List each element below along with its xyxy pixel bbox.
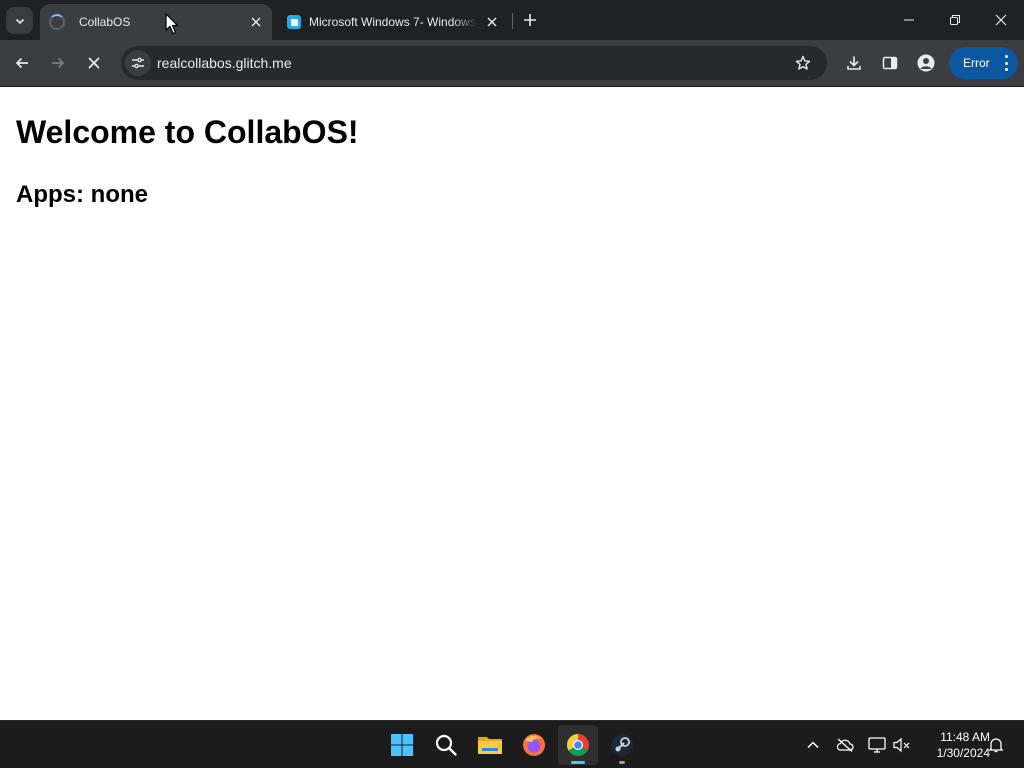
file-explorer-button[interactable] [470,725,510,765]
clock-time: 11:48 AM [940,730,990,744]
tune-icon [132,57,144,69]
restore-button[interactable] [932,0,978,40]
mouse-cursor-icon [165,13,179,35]
tab-close-button[interactable] [242,8,270,36]
web-page-content: Welcome to CollabOS! Apps: none [0,87,1024,720]
chrome-icon [567,734,589,756]
side-panel-icon [882,56,898,70]
firefox-icon [523,734,545,756]
close-icon [487,17,497,27]
loading-spinner-icon [49,14,65,30]
download-icon [847,56,861,70]
apps-status: Apps: none [16,181,148,208]
show-hidden-icons-button[interactable] [801,733,825,757]
windows-taskbar: 11:48 AM 1/30/2024 [0,720,1024,768]
bookmark-button[interactable] [791,51,815,75]
profile-button[interactable] [910,47,942,79]
tab-separator [512,13,513,29]
search-button[interactable] [426,725,466,765]
profile-error-button[interactable]: Error [949,47,1018,79]
tab-title: Microsoft Windows 7- Windows [309,15,476,29]
onedrive-tray-button[interactable] [833,733,857,757]
url-text[interactable]: realcollabos.glitch.me [157,55,292,71]
windows-favicon-icon [287,15,301,29]
start-button[interactable] [382,725,422,765]
network-tray-button[interactable] [865,733,889,757]
tab-collabos[interactable]: CollabOS [40,4,272,40]
restore-icon [950,15,960,25]
clock-date: 1/30/2024 [936,746,990,760]
arrow-right-icon [52,57,65,69]
chrome-button[interactable] [558,725,598,765]
steam-button[interactable] [602,725,642,765]
start-icon [391,734,413,756]
tab-strip: CollabOS Microsoft Windows 7- Windows [0,0,1024,40]
close-window-button[interactable] [978,0,1024,40]
system-clock[interactable]: 11:48 AM 1/30/2024 [916,729,990,761]
side-panel-button[interactable] [874,47,906,79]
arrow-left-icon [15,57,28,69]
site-info-button[interactable] [125,50,151,76]
network-icon [868,737,886,753]
minimize-icon [904,19,914,21]
running-indicator [571,761,585,764]
plus-icon [524,14,536,26]
kebab-menu-icon [1004,55,1008,71]
search-icon [435,734,457,756]
tab-close-button[interactable] [478,8,506,36]
cloud-off-icon [836,738,854,752]
running-indicator [619,761,625,764]
minimize-button[interactable] [886,0,932,40]
stop-icon [88,57,100,69]
forward-button[interactable] [42,47,74,79]
steam-icon [611,734,633,756]
chevron-up-icon [807,741,819,749]
firefox-button[interactable] [514,725,554,765]
star-icon [795,55,811,70]
volume-tray-button[interactable] [890,733,914,757]
tab-title: CollabOS [79,15,131,29]
page-heading: Welcome to CollabOS! [16,114,359,150]
browser-toolbar: realcollabos.glitch.me Error [0,40,1024,86]
downloads-button[interactable] [838,47,870,79]
volume-muted-icon [893,737,910,753]
tab-search-button[interactable] [6,7,33,34]
tab-microsoft-windows-7[interactable]: Microsoft Windows 7- Windows [278,4,508,40]
close-icon [251,17,261,27]
notifications-button[interactable] [984,733,1008,757]
address-bar[interactable]: realcollabos.glitch.me [121,46,827,80]
stop-loading-button[interactable] [78,47,110,79]
close-icon [995,14,1007,26]
file-explorer-icon [478,737,502,754]
back-button[interactable] [6,47,38,79]
bell-icon [988,738,1004,753]
error-label: Error [963,56,990,70]
avatar-icon [917,54,935,72]
chevron-down-icon [15,18,24,24]
new-tab-button[interactable] [516,6,544,34]
